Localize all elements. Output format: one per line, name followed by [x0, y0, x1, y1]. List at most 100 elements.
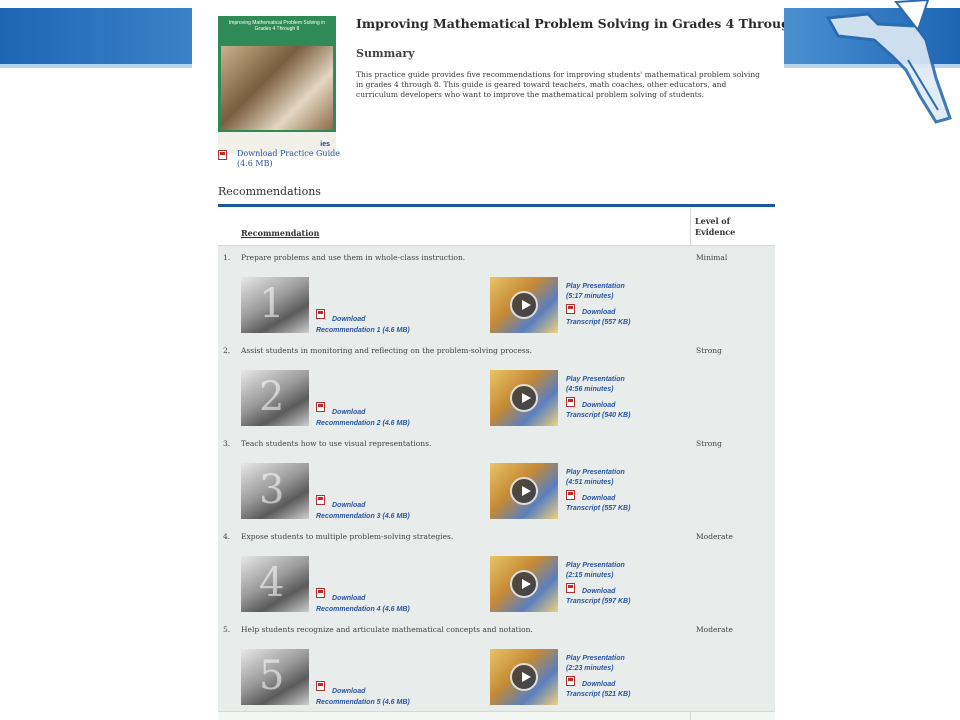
column-header-level: Level of Evidence: [695, 216, 745, 238]
recommendations-heading: Recommendations: [218, 185, 321, 198]
play-icon[interactable]: [510, 477, 538, 505]
row-number: 1.: [223, 253, 231, 262]
presentation-video-thumbnail[interactable]: [490, 649, 558, 705]
cover-title: Improving Mathematical Problem Solving i…: [228, 20, 326, 32]
cover-photo: [221, 46, 333, 130]
download-transcript-link[interactable]: Download Transcript (557 KB): [566, 490, 686, 514]
pdf-icon: [316, 309, 325, 319]
pdf-icon: [316, 402, 325, 412]
thumbnail-digit: 3: [259, 467, 285, 513]
table-row: 2. Assist students in monitoring and ref…: [218, 339, 775, 433]
recommendation-text: Help students recognize and articulate m…: [241, 625, 533, 634]
play-icon[interactable]: [510, 291, 538, 319]
play-presentation-link[interactable]: Play Presentation: [566, 375, 686, 385]
pdf-icon: [566, 676, 575, 686]
presentation-duration: (4:51 minutes): [566, 479, 614, 486]
download-label: Download: [582, 588, 616, 595]
page-title: Improving Mathematical Problem Solving i…: [356, 16, 784, 31]
recommendation-thumbnail[interactable]: 2: [241, 370, 309, 426]
presentation-duration: (5:17 minutes): [566, 293, 614, 300]
recommendation-text: Assist students in monitoring and reflec…: [241, 346, 532, 355]
florida-state-logo-icon: [825, 0, 952, 124]
presentation-video-thumbnail[interactable]: [490, 463, 558, 519]
evidence-level: Strong: [696, 346, 722, 355]
evidence-level: Minimal: [696, 253, 728, 262]
play-icon[interactable]: [510, 570, 538, 598]
practice-guide-page: Improving Mathematical Problem Solving i…: [192, 6, 784, 720]
presentation-video-thumbnail[interactable]: [490, 370, 558, 426]
download-recommendation-link[interactable]: Download Recommendation 5 (4.6 MB): [316, 681, 466, 708]
recommendation-file-label: Recommendation 5 (4.6 MB): [316, 699, 410, 706]
download-transcript-link[interactable]: Download Transcript (557 KB): [566, 304, 686, 328]
presentation-links: Play Presentation (4:51 minutes) Downloa…: [566, 468, 686, 514]
summary-text: This practice guide provides five recomm…: [356, 70, 760, 99]
download-recommendation-link[interactable]: Download Recommendation 1 (4.6 MB): [316, 309, 466, 336]
table-row: 4. Expose students to multiple problem-s…: [218, 525, 775, 619]
pdf-icon: [316, 681, 325, 691]
recommendation-thumbnail[interactable]: 5: [241, 649, 309, 705]
recommendation-thumbnail[interactable]: 1: [241, 277, 309, 333]
download-guide-label: Download Practice Guide (4.6 MB): [237, 149, 340, 168]
download-label: Download: [582, 402, 616, 409]
play-presentation-link[interactable]: Play Presentation: [566, 468, 686, 478]
play-icon[interactable]: [510, 663, 538, 691]
summary-heading: Summary: [356, 47, 415, 60]
download-label: Download: [582, 681, 616, 688]
evidence-level: Moderate: [696, 625, 733, 634]
thumbnail-digit: 4: [259, 560, 285, 606]
download-label: Download: [332, 502, 366, 509]
thumbnail-digit: 5: [259, 653, 285, 699]
download-label: Download: [582, 309, 616, 316]
presentation-duration: (2:23 minutes): [566, 665, 614, 672]
presentation-links: Play Presentation (5:17 minutes) Downloa…: [566, 282, 686, 328]
table-row: 3. Teach students how to use visual repr…: [218, 432, 775, 526]
row-number: 3.: [223, 439, 231, 448]
column-header-recommendation[interactable]: Recommendation: [241, 228, 319, 238]
pdf-icon: [566, 304, 575, 314]
transcript-file-label: Transcript (557 KB): [566, 319, 631, 326]
play-presentation-link[interactable]: Play Presentation: [566, 561, 686, 571]
practice-guide-cover[interactable]: Improving Mathematical Problem Solving i…: [218, 16, 336, 154]
recommendation-thumbnail[interactable]: 3: [241, 463, 309, 519]
transcript-file-label: Transcript (540 KB): [566, 412, 631, 419]
download-recommendation-link[interactable]: Download Recommendation 4 (4.6 MB): [316, 588, 466, 615]
recommendation-thumbnail[interactable]: 4: [241, 556, 309, 612]
download-transcript-link[interactable]: Download Transcript (597 KB): [566, 583, 686, 607]
row-number: 5.: [223, 625, 231, 634]
recommendation-file-label: Recommendation 1 (4.6 MB): [316, 327, 410, 334]
pdf-icon: [316, 588, 325, 598]
download-recommendation-link[interactable]: Download Recommendation 3 (4.6 MB): [316, 495, 466, 522]
play-presentation-link[interactable]: Play Presentation: [566, 654, 686, 664]
download-label: Download: [332, 595, 366, 602]
table-row: 1. Prepare problems and use them in whol…: [218, 246, 775, 340]
presentation-video-thumbnail[interactable]: [490, 277, 558, 333]
pdf-icon: [566, 490, 575, 500]
row-number: 4.: [223, 532, 231, 541]
download-transcript-link[interactable]: Download Transcript (540 KB): [566, 397, 686, 421]
recommendation-file-label: Recommendation 2 (4.6 MB): [316, 420, 410, 427]
pdf-icon: [566, 583, 575, 593]
transcript-file-label: Transcript (521 KB): [566, 691, 631, 698]
download-recommendation-link[interactable]: Download Recommendation 2 (4.6 MB): [316, 402, 466, 429]
pdf-icon: [566, 397, 575, 407]
row-number: 2.: [223, 346, 231, 355]
download-label: Download: [332, 409, 366, 416]
evidence-level: Strong: [696, 439, 722, 448]
presentation-links: Play Presentation (4:56 minutes) Downloa…: [566, 375, 686, 421]
download-transcript-link[interactable]: Download Transcript (521 KB): [566, 676, 686, 700]
download-practice-guide-link[interactable]: Download Practice Guide (4.6 MB): [218, 149, 348, 169]
column-header-level-label: Level of Evidence: [695, 216, 736, 237]
table-row: 5. Help students recognize and articulat…: [218, 618, 775, 712]
transcript-file-label: Transcript (597 KB): [566, 598, 631, 605]
pdf-icon: [218, 150, 227, 160]
evidence-level: Moderate: [696, 532, 733, 541]
recommendation-file-label: Recommendation 3 (4.6 MB): [316, 513, 410, 520]
presentation-duration: (4:56 minutes): [566, 386, 614, 393]
presentation-video-thumbnail[interactable]: [490, 556, 558, 612]
thumbnail-digit: 2: [259, 374, 285, 420]
transcript-file-label: Transcript (557 KB): [566, 505, 631, 512]
recommendation-text: Expose students to multiple problem-solv…: [241, 532, 454, 541]
recommendation-text: Prepare problems and use them in whole-c…: [241, 253, 466, 262]
play-presentation-link[interactable]: Play Presentation: [566, 282, 686, 292]
play-icon[interactable]: [510, 384, 538, 412]
